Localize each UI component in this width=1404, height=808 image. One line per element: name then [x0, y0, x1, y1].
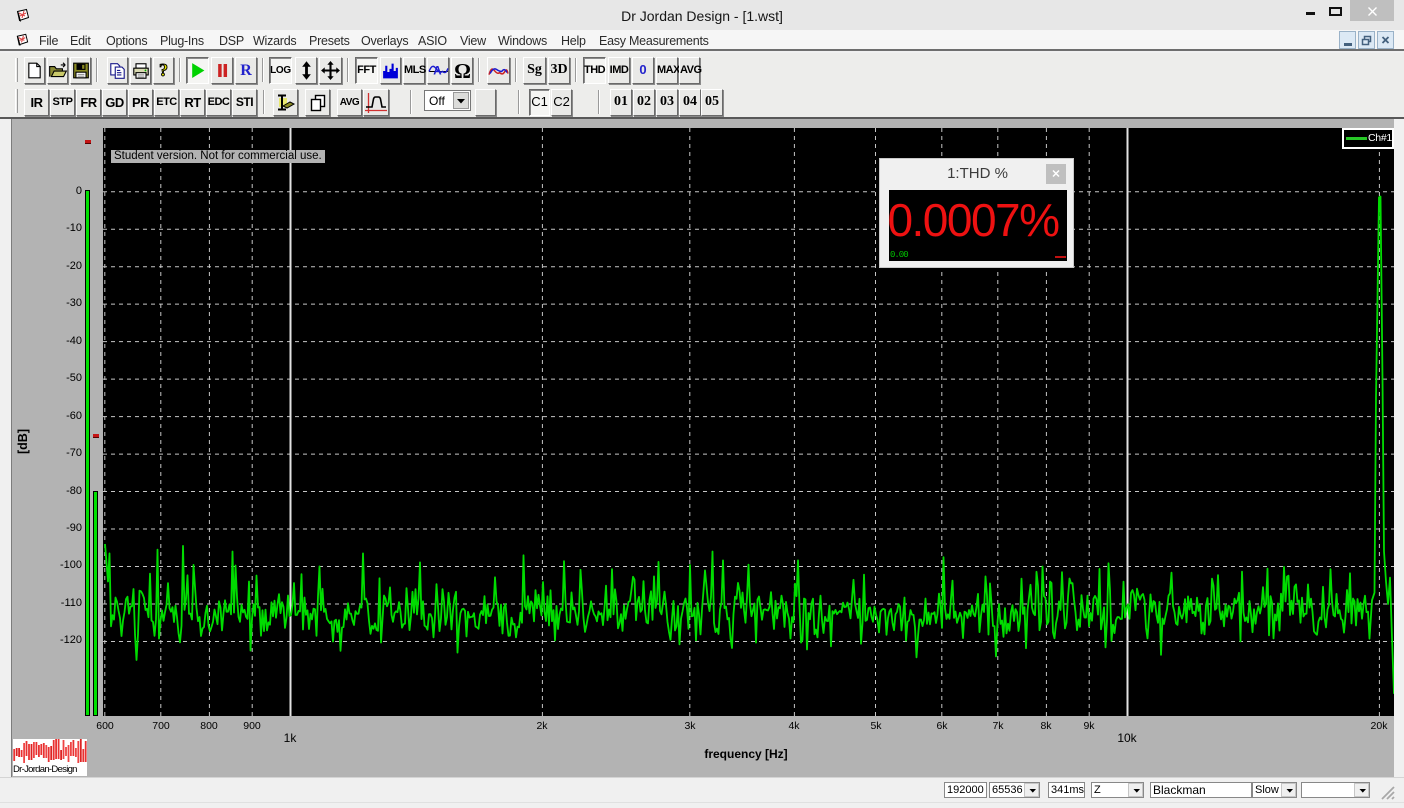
svg-text:?: ? — [159, 60, 168, 80]
svg-text:A: A — [433, 66, 442, 78]
svg-text:Ω: Ω — [454, 60, 471, 81]
